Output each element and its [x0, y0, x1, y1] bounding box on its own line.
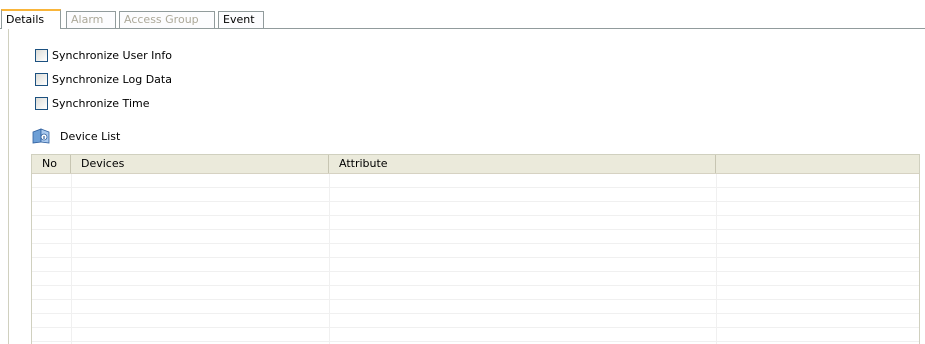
table-row[interactable] [32, 230, 919, 244]
tab-details[interactable]: Details [1, 9, 61, 29]
column-header-empty[interactable] [716, 155, 919, 173]
sync-log-data-label: Synchronize Log Data [52, 72, 172, 86]
table-row[interactable] [32, 202, 919, 216]
column-header-attribute[interactable]: Attribute [329, 155, 716, 173]
device-list-icon [32, 128, 50, 144]
column-header-no[interactable]: No [32, 155, 71, 173]
column-divider [71, 174, 72, 344]
table-row[interactable] [32, 188, 919, 202]
sync-user-info-label: Synchronize User Info [52, 48, 172, 62]
table-row[interactable] [32, 328, 919, 342]
table-row[interactable] [32, 300, 919, 314]
column-divider [329, 174, 330, 344]
table-row[interactable] [32, 258, 919, 272]
tab-event[interactable]: Event [218, 11, 264, 28]
table-row[interactable] [32, 216, 919, 230]
sync-log-data-checkbox[interactable] [35, 72, 48, 86]
tab-alarm[interactable]: Alarm [66, 11, 116, 28]
device-table[interactable]: No Devices Attribute [31, 154, 920, 344]
device-table-header: No Devices Attribute [32, 155, 919, 174]
table-row[interactable] [32, 244, 919, 258]
table-row[interactable] [32, 272, 919, 286]
device-list-header: Device List [32, 127, 120, 145]
device-list-title: Device List [60, 129, 121, 143]
sync-user-info-checkbox[interactable] [35, 48, 48, 62]
sync-time-checkbox[interactable] [35, 96, 48, 110]
sync-log-data-option[interactable]: Synchronize Log Data [35, 71, 172, 87]
column-header-devices[interactable]: Devices [71, 155, 329, 173]
sync-time-label: Synchronize Time [52, 96, 150, 110]
table-row[interactable] [32, 174, 919, 188]
sync-user-info-option[interactable]: Synchronize User Info [35, 47, 172, 63]
tab-strip: Details Alarm Access Group Event [0, 0, 925, 30]
column-divider [716, 174, 717, 344]
table-row[interactable] [32, 314, 919, 328]
table-row[interactable] [32, 286, 919, 300]
sync-time-option[interactable]: Synchronize Time [35, 95, 149, 111]
tab-access-group[interactable]: Access Group [119, 11, 215, 28]
